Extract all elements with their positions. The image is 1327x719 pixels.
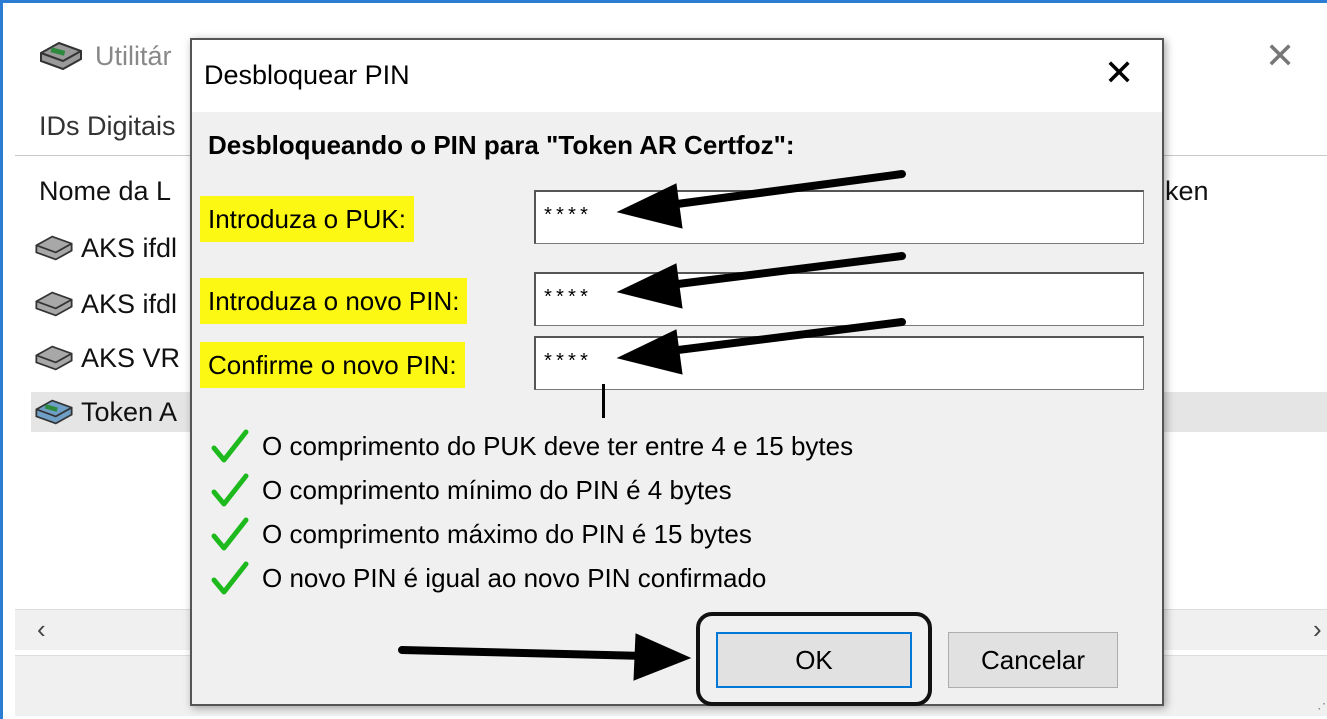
validation-text: O comprimento mínimo do PIN é 4 bytes: [262, 474, 732, 505]
validation-text: O comprimento máximo do PIN é 15 bytes: [262, 518, 752, 549]
unlock-pin-dialog: Desbloquear PIN ✕ Desbloqueando o PIN pa…: [190, 38, 1164, 706]
dialog-titlebar: Desbloquear PIN ✕: [192, 40, 1162, 112]
menu-digital-ids[interactable]: IDs Digitais: [39, 111, 176, 142]
list-item-label: AKS ifdl: [81, 232, 178, 263]
background-window-title: Utilitár: [95, 41, 172, 71]
scroll-right-icon[interactable]: ›: [1313, 614, 1322, 645]
confirm-pin-input[interactable]: [534, 336, 1144, 390]
scroll-left-icon[interactable]: ‹: [37, 614, 46, 645]
background-close-icon[interactable]: ✕: [1265, 39, 1295, 75]
validation-text: O novo PIN é igual ao novo PIN confirmad…: [262, 562, 767, 593]
dialog-title: Desbloquear PIN: [204, 60, 410, 90]
reader-icon: [35, 235, 73, 261]
new-pin-label: Introduza o novo PIN:: [200, 278, 468, 324]
ok-button-highlight: [696, 612, 932, 706]
reader-icon: [40, 41, 82, 71]
reader-icon: [35, 345, 73, 371]
checkmark-icon: [211, 517, 249, 551]
close-icon[interactable]: ✕: [1104, 56, 1134, 92]
cancel-button[interactable]: Cancelar: [948, 632, 1118, 688]
text-caret: [602, 384, 605, 418]
puk-input[interactable]: [534, 190, 1144, 244]
validation-item: O novo PIN é igual ao novo PIN confirmad…: [210, 558, 766, 598]
token-reader-icon: [35, 399, 73, 425]
validation-text: O comprimento do PUK deve ter entre 4 e …: [262, 430, 854, 461]
list-item-label: Token A: [81, 396, 178, 427]
dialog-heading: Desbloqueando o PIN para "Token AR Certf…: [208, 130, 795, 160]
checkmark-icon: [211, 473, 249, 507]
list-item-label: AKS VR: [81, 342, 181, 373]
reader-icon: [35, 291, 73, 317]
puk-label: Introduza o PUK:: [200, 196, 414, 242]
list-item-label: AKS ifdl: [81, 288, 178, 319]
new-pin-input[interactable]: [534, 272, 1144, 326]
checkmark-icon: [211, 429, 249, 463]
validation-item: O comprimento do PUK deve ter entre 4 e …: [210, 426, 853, 466]
resize-grip-icon[interactable]: ⋰: [1317, 695, 1327, 712]
validation-item: O comprimento máximo do PIN é 15 bytes: [210, 514, 752, 554]
validation-item: O comprimento mínimo do PIN é 4 bytes: [210, 470, 732, 510]
checkmark-icon: [211, 561, 249, 595]
confirm-pin-label: Confirme o novo PIN:: [200, 342, 465, 388]
column-header-token[interactable]: ken: [1165, 176, 1209, 207]
column-header-name[interactable]: Nome da L: [39, 176, 171, 207]
